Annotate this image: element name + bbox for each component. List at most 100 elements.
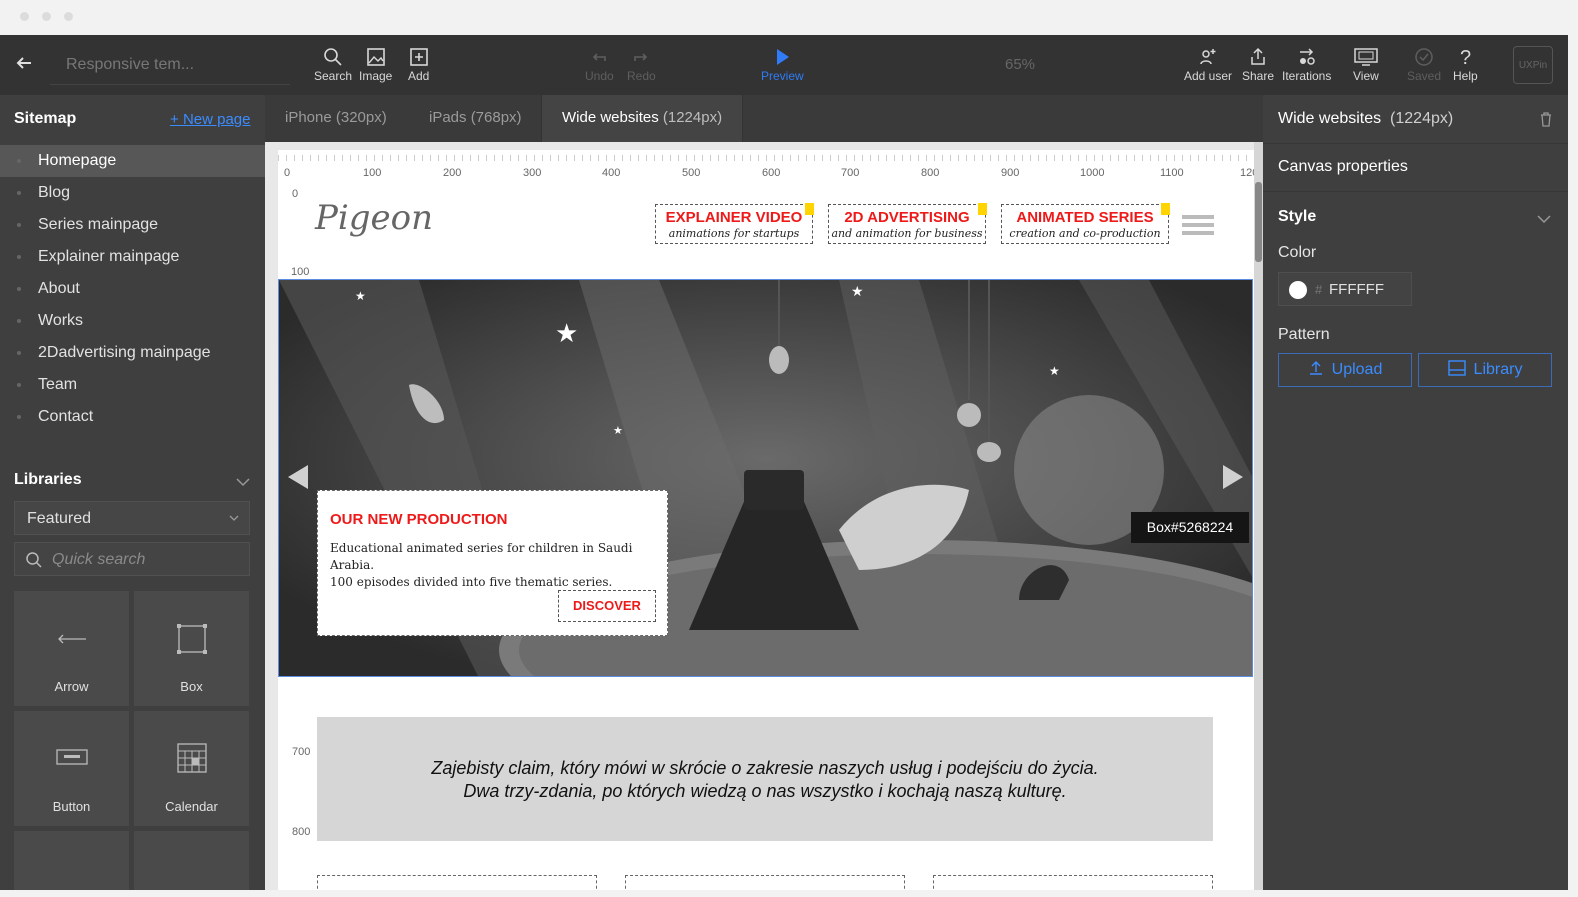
- library-label: Library: [1473, 361, 1523, 378]
- quick-search-placeholder: Quick search: [52, 551, 146, 568]
- slider-prev-arrow-icon[interactable]: [286, 463, 310, 491]
- button-icon: [55, 749, 88, 765]
- add-user-label: Add user: [1184, 69, 1233, 83]
- library-item-calendar[interactable]: Calendar: [134, 711, 249, 826]
- site-logo[interactable]: Pigeon: [315, 198, 433, 248]
- libraries-title[interactable]: Libraries: [14, 471, 82, 489]
- undo-button[interactable]: Undo: [585, 47, 614, 83]
- share-button[interactable]: Share: [1242, 47, 1274, 83]
- back-button[interactable]: [14, 53, 34, 78]
- svg-text:★: ★: [355, 289, 366, 303]
- color-swatch[interactable]: [1289, 281, 1307, 299]
- library-item-label: Arrow: [54, 679, 89, 694]
- sitemap-item-2dadvertising-mainpage[interactable]: 2Dadvertising mainpage: [0, 337, 265, 369]
- undo-icon: [593, 53, 607, 61]
- search-tool-button[interactable]: Search: [314, 47, 352, 83]
- ruler-label: 0: [284, 167, 291, 179]
- add-tool-button[interactable]: Add: [408, 47, 429, 83]
- tab-ipads[interactable]: iPads (768px): [429, 95, 522, 142]
- new-page-link[interactable]: + New page: [170, 111, 250, 128]
- ruler-label: 600: [762, 167, 781, 179]
- nav-2d-advertising[interactable]: 2D ADVERTISING and animation for busines…: [828, 203, 987, 244]
- tab-iphone[interactable]: iPhone (320px): [285, 95, 387, 142]
- window-minimize-dot[interactable]: [42, 12, 51, 21]
- upload-button[interactable]: Upload: [1278, 353, 1412, 387]
- content-placeholder-box[interactable]: [317, 875, 597, 890]
- sitemap-item-about[interactable]: About: [0, 273, 265, 305]
- hash-symbol: #: [1315, 282, 1323, 297]
- add-tool-label: Add: [408, 69, 430, 83]
- production-heading: OUR NEW PRODUCTION: [330, 511, 508, 528]
- iterations-label: Iterations: [1282, 69, 1332, 83]
- tab-wide-websites[interactable]: Wide websites (1224px): [541, 95, 744, 142]
- help-button[interactable]: ? Help: [1453, 47, 1478, 83]
- divider: [1263, 143, 1568, 144]
- image-tool-button[interactable]: Image: [359, 47, 392, 83]
- content-placeholder-box[interactable]: [625, 875, 905, 890]
- discover-button[interactable]: DISCOVER: [558, 590, 656, 622]
- canvas-scrollbar[interactable]: [1254, 142, 1263, 890]
- slider-next-arrow-icon[interactable]: [1221, 463, 1245, 491]
- library-item-arrow[interactable]: Arrow: [14, 591, 129, 706]
- sitemap-item-team[interactable]: Team: [0, 369, 265, 401]
- breakpoint-tabs: iPhone (320px) iPads (768px) Wide websit…: [265, 95, 1263, 142]
- chevron-down-icon[interactable]: [236, 477, 250, 487]
- ruler-label: 900: [1001, 167, 1020, 179]
- add-box-icon: [409, 48, 428, 66]
- search-icon: [324, 48, 342, 66]
- claim-box[interactable]: Zajebisty claim, który mówi w skrócie o …: [317, 717, 1213, 841]
- share-label: Share: [1242, 69, 1275, 83]
- style-section-title[interactable]: Style: [1278, 208, 1316, 226]
- chevron-down-icon[interactable]: [1537, 214, 1551, 224]
- sitemap-item-contact[interactable]: Contact: [0, 401, 265, 433]
- scrollbar-thumb[interactable]: [1255, 182, 1262, 262]
- add-user-button[interactable]: Add user: [1184, 47, 1232, 83]
- view-label: View: [1353, 69, 1379, 83]
- color-input[interactable]: # FFFFFF: [1278, 272, 1412, 306]
- library-button[interactable]: Library: [1418, 353, 1552, 387]
- nav-animated-series[interactable]: ANIMATED SERIES creation and co-producti…: [1001, 203, 1170, 244]
- trash-icon[interactable]: [1539, 111, 1553, 127]
- ruler-label: 500: [682, 167, 701, 179]
- top-toolbar: Responsive tem... Search Image Add Undo …: [0, 35, 1568, 95]
- nav-explainer-video[interactable]: EXPLAINER VIDEO animations for startups: [655, 203, 814, 244]
- share-icon: [1251, 47, 1265, 65]
- svg-text:★: ★: [613, 425, 623, 437]
- document-name-input[interactable]: Responsive tem...: [50, 45, 290, 85]
- iterations-button[interactable]: Iterations: [1282, 47, 1331, 83]
- content-placeholder-box[interactable]: [933, 875, 1213, 890]
- production-card[interactable]: OUR NEW PRODUCTION Educational animated …: [317, 490, 668, 636]
- design-canvas[interactable]: 0 100 200 300 400 500 600 700 800 900 10…: [265, 142, 1263, 890]
- check-circle-icon: [1415, 48, 1433, 66]
- sitemap-item-works[interactable]: Works: [0, 305, 265, 337]
- library-item-button[interactable]: Button: [14, 711, 129, 826]
- search-icon: [26, 552, 42, 568]
- redo-button[interactable]: Redo: [627, 47, 656, 83]
- sitemap-item-series-mainpage[interactable]: Series mainpage: [0, 209, 265, 241]
- library-item-more[interactable]: [14, 831, 129, 890]
- library-item-box[interactable]: Box: [134, 591, 249, 706]
- library-quick-search-input[interactable]: Quick search: [14, 542, 250, 576]
- preview-button[interactable]: Preview: [761, 47, 804, 83]
- sitemap-item-blog[interactable]: Blog: [0, 177, 265, 209]
- flag-icon: [1161, 203, 1170, 215]
- sitemap-item-explainer-mainpage[interactable]: Explainer mainpage: [0, 241, 265, 273]
- window-close-dot[interactable]: [20, 12, 29, 21]
- library-item-more[interactable]: [134, 831, 249, 890]
- view-button[interactable]: View: [1353, 47, 1379, 83]
- left-panel: Sitemap + New page Homepage Blog Series …: [0, 95, 265, 890]
- zoom-level[interactable]: 65%: [1005, 56, 1035, 73]
- uxpin-logo[interactable]: UXPin: [1513, 46, 1553, 84]
- svg-text:★: ★: [1049, 364, 1060, 378]
- arrow-left-icon: [16, 57, 31, 69]
- hamburger-menu-icon[interactable]: [1182, 215, 1214, 237]
- new-page-label: New page: [182, 111, 251, 128]
- tab-wide-size: (1224px): [662, 109, 723, 126]
- library-select[interactable]: Featured: [14, 501, 250, 535]
- add-user-icon: [1200, 49, 1216, 65]
- svg-text:?: ?: [1460, 47, 1471, 67]
- nav-subtitle: creation and co-production: [1009, 227, 1161, 240]
- window-maximize-dot[interactable]: [64, 12, 73, 21]
- sitemap-item-homepage[interactable]: Homepage: [0, 145, 265, 177]
- window-titlebar: [0, 0, 1578, 35]
